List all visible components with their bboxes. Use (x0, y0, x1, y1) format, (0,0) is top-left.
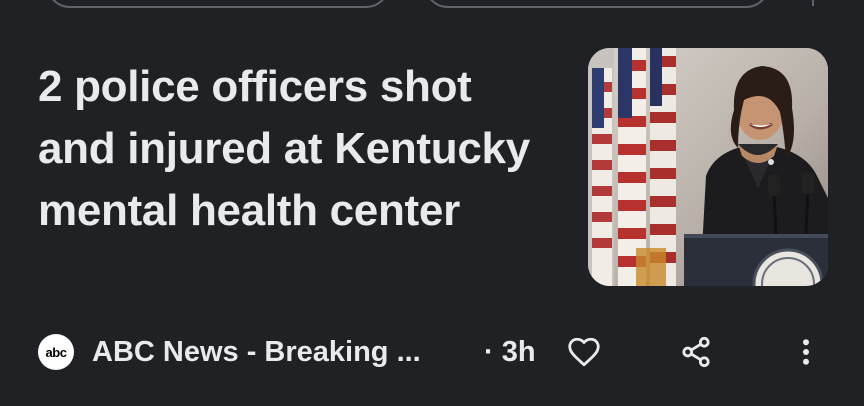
source-name[interactable]: ABC News - Breaking ... (92, 334, 421, 370)
filter-chip-right[interactable] (424, 0, 770, 8)
article-headline[interactable]: 2 police officers shot and injured at Ke… (38, 56, 558, 242)
source-logo[interactable]: abc (38, 334, 74, 370)
more-vert-icon (803, 339, 809, 365)
article-thumbnail[interactable] (588, 48, 828, 286)
thumbnail-image (588, 48, 828, 286)
divider (812, 0, 814, 6)
heart-outline-icon (568, 337, 600, 367)
more-options-button[interactable] (784, 330, 828, 374)
article-age: · 3h (484, 336, 536, 368)
share-button[interactable] (674, 330, 718, 374)
article-meta-row: abc ABC News - Breaking ... · 3h (38, 330, 828, 374)
share-icon (682, 336, 710, 368)
like-button[interactable] (562, 330, 606, 374)
filter-chip-left[interactable] (46, 0, 390, 8)
